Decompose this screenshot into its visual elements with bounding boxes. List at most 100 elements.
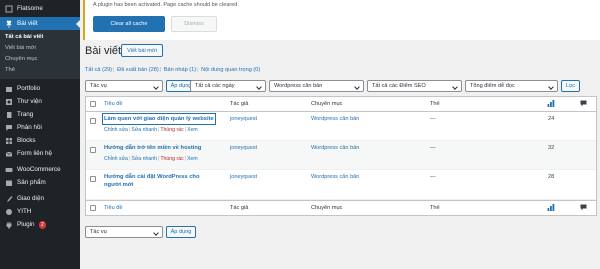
sidebar-item-pages[interactable]: Trang — [0, 108, 80, 121]
pin-icon — [5, 20, 13, 28]
trash-link[interactable]: Thùng rác — [160, 127, 183, 133]
sidebar-item-appearance[interactable]: Giao diện — [0, 192, 80, 205]
view-draft[interactable]: Bản nháp (1) — [164, 67, 196, 73]
column-tags: Thẻ — [430, 101, 440, 107]
view-link[interactable]: Xem — [187, 127, 198, 133]
sidebar-item-contact-form[interactable]: Form liên hệ — [0, 147, 80, 160]
seo-score-select[interactable]: Tất cả các Điểm SEO — [367, 80, 462, 92]
table-row: Làm quen với giao diện quản lý website C… — [86, 112, 596, 141]
row-checkbox[interactable] — [90, 176, 96, 182]
blocks-icon — [5, 137, 13, 145]
post-title-link[interactable]: Làm quen với giao diện quản lý website — [102, 113, 216, 125]
category-link[interactable]: Wordpress căn bản — [311, 116, 359, 122]
row-actions: Chỉnh sửa|Sửa nhanh|Thùng rác|Xem — [104, 156, 198, 162]
quick-edit-link[interactable]: Sửa nhanh — [131, 127, 157, 133]
post-title-link[interactable]: Hướng dẫn cài đặt WordPress cho người mớ… — [104, 173, 214, 189]
author-link[interactable]: joneyquest — [230, 145, 257, 151]
category-link[interactable]: Wordpress căn bản — [311, 174, 359, 180]
trash-link[interactable]: Thùng rác — [160, 156, 183, 162]
sidebar-item-comments[interactable]: Phản hồi — [0, 121, 80, 134]
apply-button-bottom[interactable]: Áp dụng — [166, 226, 196, 238]
notice-message: A plugin has been activated. Page cache … — [93, 2, 239, 8]
author-link[interactable]: joneyquest — [230, 116, 257, 122]
plug-icon — [5, 221, 13, 229]
sidebar-item-products[interactable]: Sản phẩm — [0, 176, 80, 189]
seo-score-icon[interactable] — [547, 100, 555, 109]
row-checkbox[interactable] — [90, 147, 96, 153]
sidebar-item-label: Sản phẩm — [17, 179, 46, 186]
sidebar-item-media[interactable]: Thư viện — [0, 95, 80, 108]
view-published[interactable]: Đã xuất bản (28) — [117, 67, 159, 73]
sidebar-item-label: Form liên hệ — [17, 150, 52, 157]
sidebar-item-portfolio[interactable]: Portfolio — [0, 82, 80, 95]
posts-submenu: Tất cả bài viết Viết bài mới Chuyên mục … — [0, 30, 80, 79]
sidebar-item-woocommerce[interactable]: WooCommerce — [0, 163, 80, 176]
submenu-tags[interactable]: Thẻ — [0, 65, 80, 76]
column-category: Chuyên mục — [311, 101, 343, 107]
table-header-row: Tiêu đề Tác giả Chuyên mục Thẻ — [86, 97, 596, 112]
sidebar-item-yith[interactable]: YITH — [0, 205, 80, 218]
comments-column-icon[interactable] — [580, 100, 587, 109]
plugin-update-badge: 2 — [38, 220, 47, 229]
bulk-action-select[interactable]: Tác vụ — [85, 80, 163, 92]
filter-button[interactable]: Lọc — [561, 80, 580, 92]
sidebar-item-plugins[interactable]: Plugin 2 — [0, 218, 80, 231]
sidebar-item-label: YITH — [17, 208, 32, 215]
tags-cell: — — [430, 145, 436, 151]
sidebar-item-flatsome[interactable]: Flatsome — [0, 2, 80, 15]
column-category: Chuyên mục — [311, 205, 343, 211]
clear-cache-button[interactable]: Clear all cache — [93, 16, 165, 32]
tags-cell: — — [430, 116, 436, 122]
author-link[interactable]: joneyquest — [230, 174, 257, 180]
table-footer-row: Tiêu đề Tác giả Chuyên mục Thẻ — [86, 200, 596, 215]
view-all[interactable]: Tất cả (29) — [85, 67, 112, 73]
submenu-add-new[interactable]: Viết bài mới — [0, 43, 80, 54]
edit-link[interactable]: Chỉnh sửa — [104, 127, 128, 133]
submenu-all-posts[interactable]: Tất cả bài viết — [0, 32, 80, 43]
sidebar-item-label: Thư viện — [17, 98, 42, 105]
tags-cell: — — [430, 174, 436, 180]
view-link[interactable]: Xem — [187, 156, 198, 162]
view-cornerstone[interactable]: Nội dung quan trọng (0) — [201, 67, 260, 73]
sidebar-item-label: Trang — [17, 111, 34, 118]
column-author: Tác giả — [230, 101, 249, 107]
flatsome-icon — [5, 5, 13, 13]
envelope-icon — [5, 150, 13, 158]
sidebar-item-label: Flatsome — [17, 5, 43, 12]
sidebar-item-posts[interactable]: Bài viết — [0, 17, 80, 30]
page-icon — [5, 111, 13, 119]
table-row: Hướng dẫn trở tên miền về hosting Chỉnh … — [86, 141, 596, 170]
portfolio-icon — [5, 85, 13, 93]
row-checkbox[interactable] — [90, 118, 96, 124]
column-tags: Thẻ — [430, 205, 440, 211]
bulk-action-select-bottom[interactable]: Tác vụ — [85, 226, 163, 238]
media-icon — [5, 98, 13, 106]
seo-score-icon[interactable] — [547, 204, 555, 213]
post-title-link[interactable]: Hướng dẫn trở tên miền về hosting — [104, 144, 201, 152]
score-cell: 24 — [548, 116, 555, 122]
sidebar-item-label: Phản hồi — [17, 124, 42, 131]
sidebar-item-label: Portfolio — [17, 85, 41, 92]
cache-notice: A plugin has been activated. Page cache … — [83, 0, 600, 40]
dismiss-button[interactable]: Dismiss — [171, 16, 217, 32]
select-all-checkbox[interactable] — [90, 101, 96, 107]
score-cell: 32 — [548, 145, 555, 151]
edit-link[interactable]: Chỉnh sửa — [104, 156, 128, 162]
submenu-categories[interactable]: Chuyên mục — [0, 54, 80, 65]
date-filter-select[interactable]: Tất cả các ngày — [190, 80, 266, 92]
category-link[interactable]: Wordpress căn bản — [311, 145, 359, 151]
table-row: Hướng dẫn cài đặt WordPress cho người mớ… — [86, 170, 596, 200]
comments-column-icon[interactable] — [580, 204, 587, 213]
woocommerce-icon — [5, 166, 13, 174]
quick-edit-link[interactable]: Sửa nhanh — [131, 156, 157, 162]
readability-select[interactable]: Tổng điểm dễ đọc — [465, 80, 558, 92]
column-title[interactable]: Tiêu đề — [104, 205, 122, 211]
sidebar-item-blocks[interactable]: Blocks — [0, 134, 80, 147]
sidebar-item-label: Plugin — [17, 221, 35, 228]
category-filter-select[interactable]: Wordpress căn bản — [269, 80, 364, 92]
select-all-checkbox[interactable] — [90, 205, 96, 211]
comment-icon — [5, 124, 13, 132]
add-new-post-button[interactable]: Viết bài mới — [121, 44, 163, 57]
column-title[interactable]: Tiêu đề — [104, 101, 122, 107]
page-title: Bài viết — [85, 45, 122, 57]
